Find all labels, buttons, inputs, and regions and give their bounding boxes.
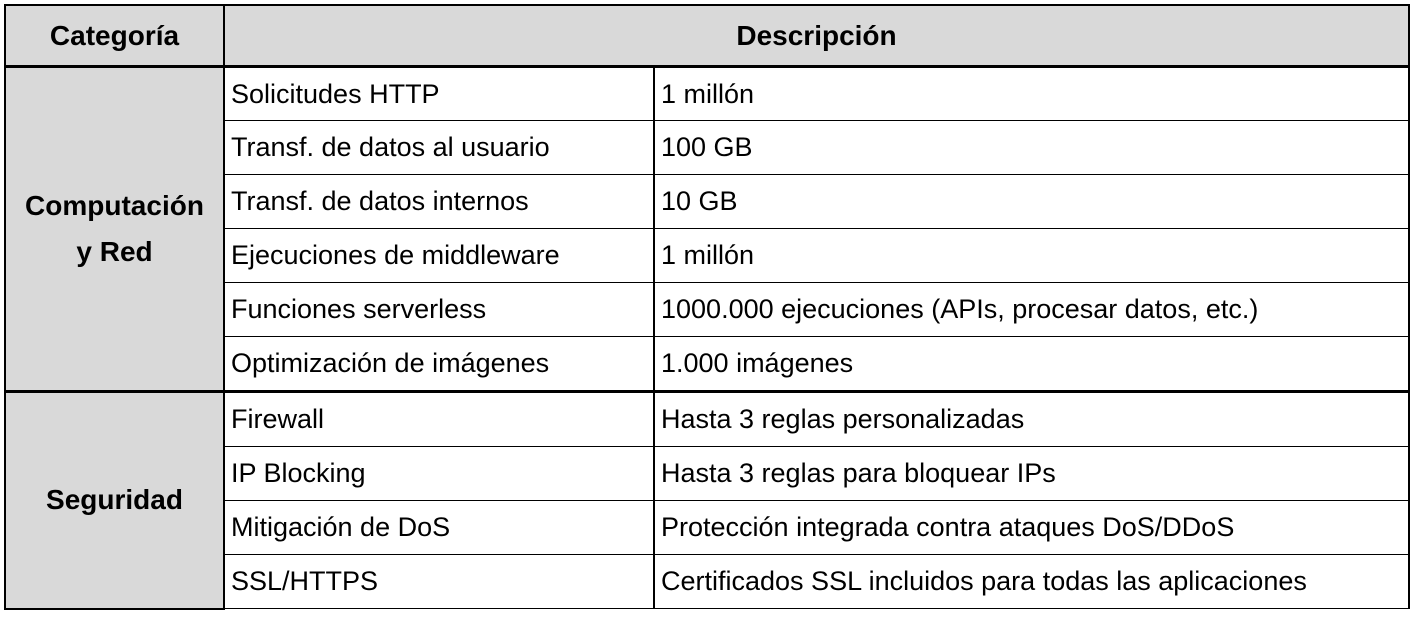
item-cell: IP Blocking (223, 446, 655, 501)
item-cell: Mitigación de DoS (223, 500, 655, 555)
category-cell-computacion-red: Computación y Red (4, 65, 225, 393)
value-cell: 10 GB (653, 174, 1410, 229)
value-cell: 100 GB (653, 120, 1410, 175)
value-cell: Certificados SSL incluidos para todas la… (653, 554, 1410, 609)
features-table: Categoría Descripción Computación y Red … (4, 4, 1410, 610)
value-cell: Hasta 3 reglas personalizadas (653, 390, 1410, 447)
table-header: Categoría Descripción (4, 4, 1410, 68)
value-cell: 1 millón (653, 65, 1410, 121)
item-cell: Funciones serverless (223, 282, 655, 337)
item-cell: Solicitudes HTTP (223, 65, 655, 121)
item-cell: SSL/HTTPS (223, 554, 655, 609)
header-category: Categoría (4, 4, 225, 68)
header-row: Categoría Descripción (4, 4, 1410, 68)
table-row: Seguridad Firewall Hasta 3 reglas person… (4, 390, 1410, 610)
table-row: Computación y Red Solicitudes HTTP 1 mil… (4, 65, 1410, 393)
category-cell-seguridad: Seguridad (4, 390, 225, 610)
item-cell: Firewall (223, 390, 655, 447)
features-table-container: Categoría Descripción Computación y Red … (4, 4, 1410, 610)
table-body: Computación y Red Solicitudes HTTP 1 mil… (4, 65, 1410, 610)
item-cell: Transf. de datos al usuario (223, 120, 655, 175)
value-cell: Protección integrada contra ataques DoS/… (653, 500, 1410, 555)
category-label-line2: y Red (76, 236, 153, 267)
category-label-line1: Computación (25, 190, 204, 221)
header-description: Descripción (223, 4, 1410, 68)
item-cell: Ejecuciones de middleware (223, 228, 655, 283)
category-label-line1: Seguridad (46, 484, 183, 516)
value-cell: 1 millón (653, 228, 1410, 283)
item-cell: Optimización de imágenes (223, 336, 655, 392)
item-cell: Transf. de datos internos (223, 174, 655, 229)
value-cell: Hasta 3 reglas para bloquear IPs (653, 446, 1410, 501)
value-cell: 1000.000 ejecuciones (APIs, procesar dat… (653, 282, 1410, 337)
value-cell: 1.000 imágenes (653, 336, 1410, 392)
